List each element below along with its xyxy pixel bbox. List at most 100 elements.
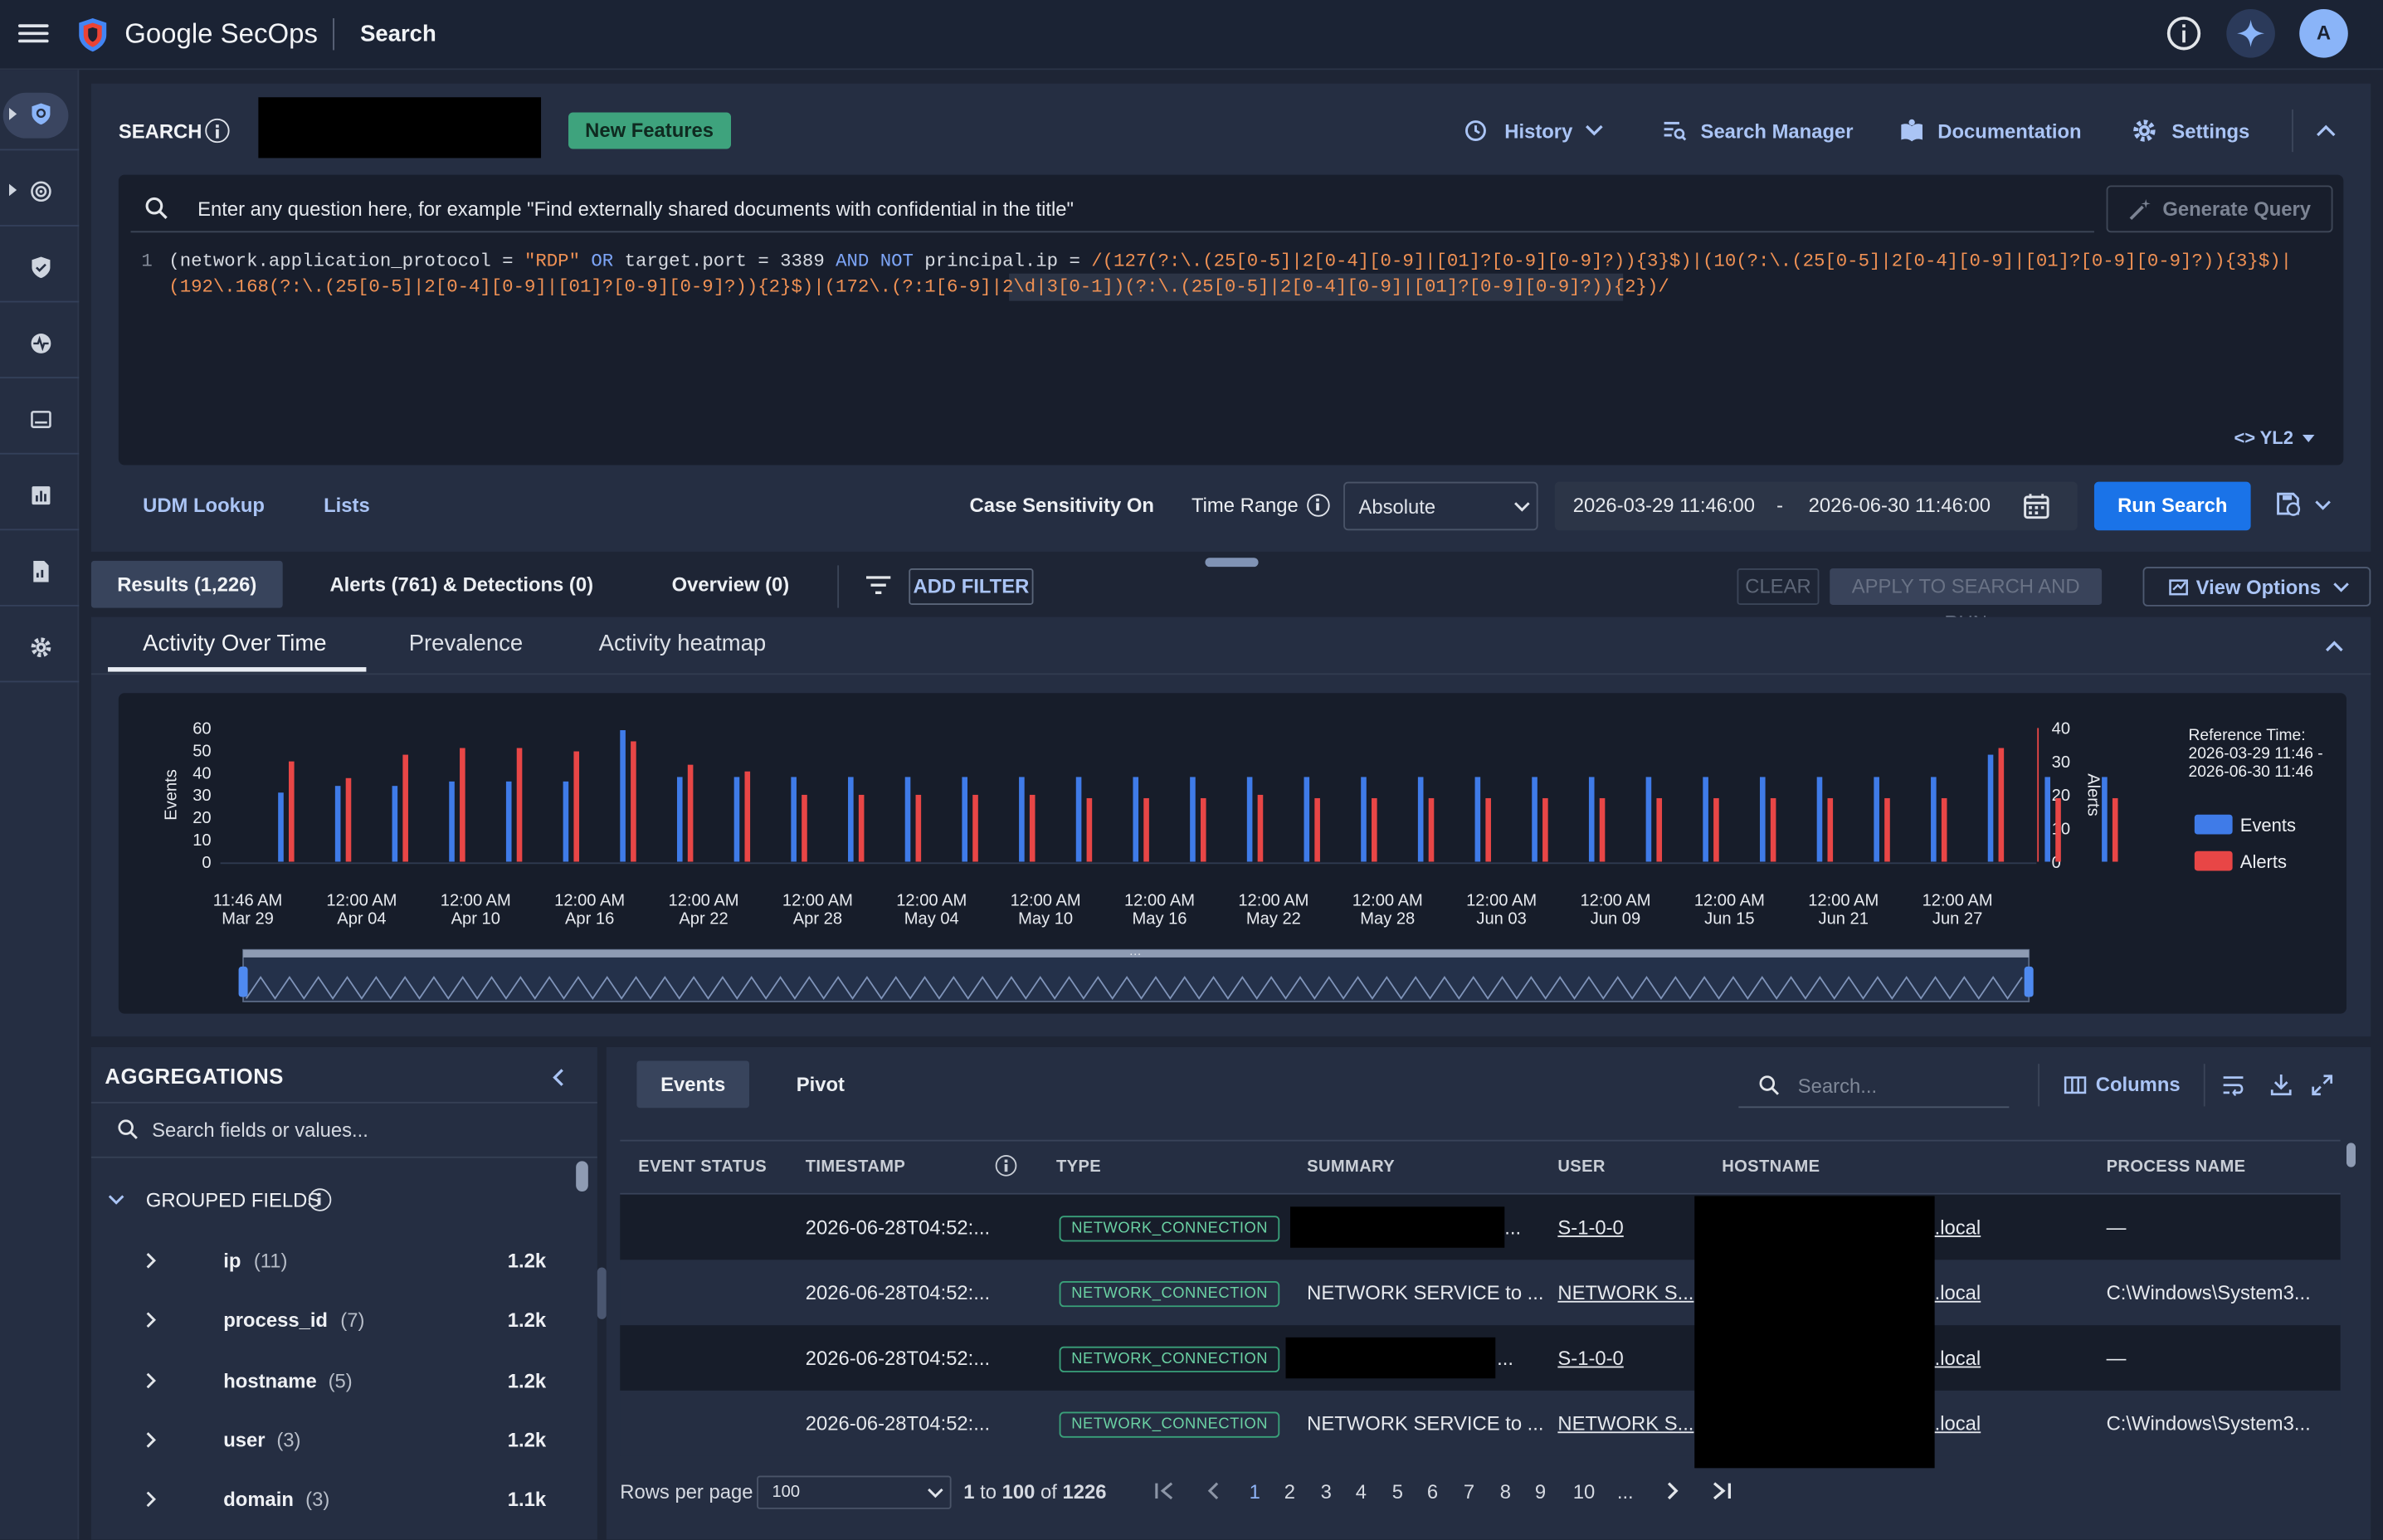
info-icon[interactable] [1307, 494, 1330, 517]
sidebar-item-response[interactable] [0, 378, 80, 455]
page-number[interactable]: 3 [1321, 1480, 1332, 1503]
end-date[interactable]: 2026-06-30 11:46:00 [1809, 494, 1991, 516]
scrollbar[interactable] [576, 1161, 588, 1192]
filter-icon[interactable] [865, 574, 892, 596]
columns-button[interactable]: Columns [2064, 1073, 2181, 1096]
collapse-icon[interactable] [2316, 124, 2336, 137]
add-filter-button[interactable]: ADD FILTER [909, 568, 1034, 605]
page-number[interactable]: 10 [1573, 1480, 1596, 1503]
sidebar-item-cases[interactable] [0, 227, 80, 303]
sidebar-item-investigation[interactable] [0, 75, 80, 151]
avatar[interactable]: A [2299, 8, 2348, 58]
column-header-type[interactable]: TYPE [1056, 1158, 1101, 1177]
aggregations-search-input[interactable]: Search fields or values... [152, 1118, 368, 1141]
page-number[interactable]: 9 [1535, 1480, 1546, 1503]
tab-alerts[interactable]: Alerts (761) & Detections (0) [329, 573, 593, 596]
aggregation-field-row[interactable]: hostname (5) 1.2k [91, 1349, 597, 1408]
syntax-selector[interactable]: <> YL2 [2234, 427, 2315, 448]
sidebar-item-detection[interactable] [0, 150, 80, 227]
info-icon[interactable] [995, 1155, 1017, 1177]
tab-overview[interactable]: Overview (0) [672, 573, 790, 596]
cell-hostname-link[interactable]: .local [1935, 1347, 1981, 1369]
column-header-hostname[interactable]: HOSTNAME [1722, 1158, 1820, 1177]
run-search-button[interactable]: Run Search [2093, 481, 2251, 531]
last-page-icon[interactable] [1711, 1482, 1732, 1500]
page-number[interactable]: 5 [1392, 1480, 1403, 1503]
apply-button[interactable]: APPLY TO SEARCH AND RUN [1830, 568, 2103, 634]
cell-user-link[interactable]: S-1-0-0 [1557, 1347, 1623, 1369]
expand-icon[interactable] [2312, 1075, 2333, 1096]
info-icon[interactable] [308, 1188, 332, 1211]
chevron-left-icon[interactable] [552, 1069, 564, 1087]
chevron-right-icon[interactable] [146, 1252, 157, 1269]
tab-prevalence[interactable]: Prevalence [409, 631, 523, 656]
first-page-icon[interactable] [1155, 1482, 1175, 1500]
generate-query-button[interactable]: Generate Query [2106, 185, 2333, 233]
column-header-user[interactable]: USER [1557, 1158, 1605, 1177]
nl-query-input[interactable]: Enter any question here, for example "Fi… [197, 197, 1074, 220]
tab-results[interactable]: Results (1,226) [90, 560, 283, 608]
wrap-text-icon[interactable] [2222, 1075, 2244, 1096]
settings-button[interactable]: Settings [2132, 119, 2249, 143]
aggregation-field-row[interactable]: process_id (7) 1.2k [91, 1289, 597, 1348]
page-number[interactable]: 4 [1356, 1480, 1367, 1503]
sidebar-item-reports[interactable] [0, 530, 80, 607]
chevron-right-icon[interactable] [146, 1372, 157, 1388]
cell-hostname-link[interactable]: .local [1935, 1412, 1981, 1435]
search-manager-button[interactable]: Search Manager [1663, 119, 1854, 143]
start-date[interactable]: 2026-03-29 11:46:00 [1573, 494, 1755, 516]
sidebar-item-dashboards[interactable] [0, 455, 80, 531]
history-button[interactable]: History [1464, 119, 1603, 143]
column-header-timestamp[interactable]: TIMESTAMP [806, 1158, 905, 1177]
page-number[interactable]: 2 [1284, 1480, 1295, 1503]
clear-button[interactable]: CLEAR [1737, 568, 1820, 605]
chevron-right-icon[interactable] [146, 1312, 157, 1328]
chevron-right-icon[interactable] [146, 1491, 157, 1508]
collapse-icon[interactable] [2325, 640, 2343, 652]
aggregation-field-row[interactable]: ip (11) 1.2k [91, 1230, 597, 1289]
page-number[interactable]: 8 [1500, 1480, 1511, 1503]
info-icon[interactable] [2166, 17, 2201, 51]
resize-handle[interactable] [1205, 558, 1259, 568]
cell-user-link[interactable]: S-1-0-0 [1557, 1216, 1623, 1238]
aggregation-field-row[interactable]: domain (3) 1.1k [91, 1469, 597, 1528]
time-range-select[interactable]: Absolute [1343, 481, 1538, 531]
cell-user-link[interactable]: NETWORK S... [1557, 1281, 1693, 1304]
legend-events-label[interactable]: Events [2240, 815, 2296, 836]
pagination-ellipsis[interactable]: ... [1617, 1480, 1634, 1503]
udm-lookup-button[interactable]: UDM Lookup [143, 494, 265, 516]
cell-hostname-link[interactable]: .local [1935, 1216, 1981, 1238]
column-header-event-status[interactable]: EVENT STATUS [638, 1158, 767, 1177]
download-icon[interactable] [2270, 1073, 2292, 1096]
page-number[interactable]: 1 [1250, 1480, 1260, 1503]
next-page-icon[interactable] [1667, 1482, 1679, 1500]
scrollbar[interactable] [2346, 1143, 2356, 1167]
page-number[interactable]: 7 [1464, 1480, 1474, 1503]
cell-user-link[interactable]: NETWORK S... [1557, 1412, 1693, 1435]
column-header-process-name[interactable]: PROCESS NAME [2107, 1158, 2246, 1177]
events-search-input[interactable]: Search... [1798, 1075, 1877, 1097]
aggregation-field-row[interactable]: user (3) 1.2k [91, 1409, 597, 1468]
tab-events[interactable]: Events [636, 1060, 749, 1109]
tab-activity-over-time[interactable]: Activity Over Time [143, 631, 326, 656]
cell-hostname-link[interactable]: .local [1935, 1281, 1981, 1304]
case-sensitivity-toggle[interactable]: Case Sensitivity On [970, 494, 1154, 516]
chevron-right-icon[interactable] [146, 1431, 157, 1448]
tab-activity-heatmap[interactable]: Activity heatmap [599, 631, 767, 656]
panel-resize-handle[interactable] [597, 1267, 607, 1319]
lists-button[interactable]: Lists [324, 494, 370, 516]
new-features-button[interactable]: New Features [568, 112, 731, 149]
sidebar-item-monitoring[interactable] [0, 302, 80, 379]
calendar-icon[interactable] [2023, 492, 2050, 519]
documentation-button[interactable]: Documentation [1900, 119, 2082, 143]
column-header-summary[interactable]: SUMMARY [1307, 1158, 1395, 1177]
page-number[interactable]: 6 [1427, 1480, 1438, 1503]
rows-per-page-select[interactable]: 100 [757, 1475, 952, 1509]
chevron-down-icon[interactable] [108, 1195, 124, 1206]
menu-icon[interactable] [17, 20, 49, 47]
tab-pivot[interactable]: Pivot [797, 1073, 845, 1095]
legend-alerts-label[interactable]: Alerts [2240, 851, 2287, 873]
sidebar-item-settings[interactable] [0, 607, 80, 683]
previous-page-icon[interactable] [1206, 1482, 1219, 1500]
info-icon[interactable] [205, 118, 230, 144]
